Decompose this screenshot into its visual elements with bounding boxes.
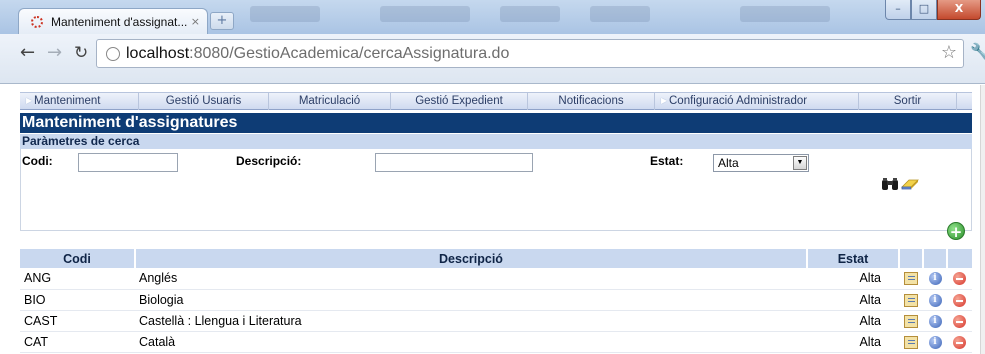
background-blur [740,6,830,22]
cell-estat: Alta [807,310,899,332]
cell-delete [947,310,972,332]
column-header-estat[interactable]: Estat [807,249,900,268]
page-scrollbar[interactable] [980,85,985,354]
new-tab-button[interactable]: + [210,12,234,30]
descripcio-label: Descripció: [236,154,302,168]
cell-estat: Alta [807,331,899,353]
menu-item-matriculacio[interactable]: Matriculació [269,93,391,110]
browser-tab[interactable]: Manteniment d'assignat... × [18,8,208,35]
codi-input[interactable] [78,153,178,172]
cell-descripcio: Català [135,331,807,353]
window-minimize-button[interactable]: – [885,0,911,20]
estat-select[interactable]: Alta ▼ [713,154,809,172]
browser-titlebar: Manteniment d'assignat... × + – □ X [0,0,985,35]
cell-info: i [923,289,947,311]
reload-icon[interactable]: ↻ [74,43,88,63]
menu-item-gestio-expedient[interactable]: Gestió Expedient [391,93,528,110]
add-icon[interactable]: + [947,222,965,241]
cell-delete [947,268,972,290]
cell-codi: CAST [20,310,135,332]
info-icon[interactable]: i [928,314,942,328]
edit-icon[interactable] [904,293,918,307]
column-header-delete [947,249,972,268]
background-blur [590,6,650,22]
window-close-button[interactable]: X [937,0,981,20]
main-menu-bar: Manteniment Gestió Usuaris Matriculació … [20,92,972,110]
column-header-edit [899,249,924,268]
codi-label: Codi: [22,154,53,168]
column-header-codi[interactable]: Codi [20,249,136,268]
cell-descripcio: Anglés [135,268,807,290]
cell-codi: BIO [20,289,135,311]
loading-spinner-icon [31,16,43,28]
delete-icon[interactable] [953,335,966,349]
bookmark-star-icon[interactable]: ☆ [941,42,957,63]
forward-arrow-icon[interactable]: → [47,43,62,63]
column-header-descripcio[interactable]: Descripció [135,249,808,268]
tab-title: Manteniment d'assignat... [51,15,188,29]
cell-codi: CAT [20,331,135,353]
url-text[interactable]: localhost:8080/GestioAcademica/cercaAssi… [126,45,509,63]
assignatures-table: Codi Descripció Estat ANG Anglés Alta i … [20,249,972,353]
url-host: localhost [126,44,190,62]
edit-icon[interactable] [904,335,918,349]
cell-estat: Alta [807,289,899,311]
info-icon[interactable]: i [928,272,942,286]
browser-toolbar: ← → ↻ localhost:8080/GestioAcademica/cer… [0,34,985,84]
wrench-menu-icon[interactable]: 🔧 [970,42,985,61]
cell-edit [899,331,923,353]
cell-info: i [923,331,947,353]
cell-info: i [923,310,947,332]
menu-item-notificacions[interactable]: Notificacions [528,93,655,110]
cell-descripcio: Castellà : Llengua i Literatura [135,310,807,332]
url-path: :8080/GestioAcademica/cercaAssignatura.d… [189,44,510,62]
menu-item-sortir[interactable]: Sortir [859,93,957,110]
column-header-info [923,249,948,268]
edit-icon[interactable] [904,272,918,286]
chevron-down-icon[interactable]: ▼ [793,156,807,170]
cell-delete [947,331,972,353]
background-blur [250,6,320,22]
descripcio-input[interactable] [375,153,533,172]
cell-info: i [923,268,947,290]
cell-edit [899,268,923,290]
estat-label: Estat: [650,154,684,168]
cell-codi: ANG [20,268,135,290]
menu-item-gestio-usuaris[interactable]: Gestió Usuaris [139,93,269,110]
cell-delete [947,289,972,311]
cell-descripcio: Biologia [135,289,807,311]
tab-close-icon[interactable]: × [191,15,200,28]
delete-icon[interactable] [953,314,966,328]
page-title: Manteniment d'assignatures [20,113,972,133]
window-maximize-button[interactable]: □ [911,0,937,20]
clear-eraser-icon[interactable] [900,178,920,190]
background-blur [500,6,560,22]
cell-estat: Alta [807,268,899,290]
table-row: CAT Català Alta i [20,331,972,353]
menu-item-manteniment[interactable]: Manteniment [20,93,139,110]
delete-icon[interactable] [953,293,966,307]
estat-selected-value: Alta [718,156,739,170]
table-row: BIO Biologia Alta i [20,289,972,311]
table-row: CAST Castellà : Llengua i Literatura Alt… [20,310,972,332]
search-section-header: Paràmetres de cerca [20,134,972,149]
back-arrow-icon[interactable]: ← [20,43,35,63]
table-header-row: Codi Descripció Estat [20,249,972,268]
cell-edit [899,310,923,332]
table-row: ANG Anglés Alta i [20,268,972,290]
edit-icon[interactable] [904,314,918,328]
page-info-icon[interactable] [106,46,120,61]
background-blur [380,6,470,22]
info-icon[interactable]: i [928,293,942,307]
address-bar[interactable]: localhost:8080/GestioAcademica/cercaAssi… [96,39,964,68]
info-icon[interactable]: i [928,335,942,349]
delete-icon[interactable] [953,272,966,286]
search-binoculars-icon[interactable] [881,177,899,191]
cell-edit [899,289,923,311]
menu-item-configuracio-administrador[interactable]: Configuració Administrador [655,93,859,110]
